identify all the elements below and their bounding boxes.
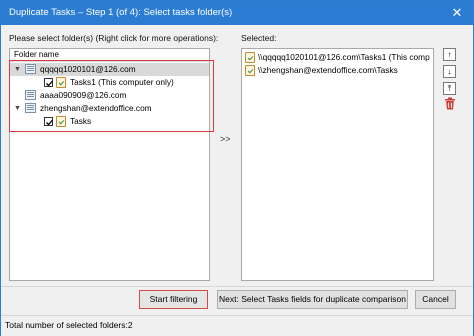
status-text: Total number of selected folders:2 xyxy=(5,320,133,330)
column-header-label: Folder name xyxy=(14,50,59,59)
cancel-button[interactable]: Cancel xyxy=(415,290,456,309)
divider xyxy=(1,286,473,287)
selected-list[interactable]: \\qqqqq1020101@126.com\Tasks1 (This comp… xyxy=(241,48,434,281)
list-item[interactable]: \\qqqqq1020101@126.com\Tasks1 (This comp xyxy=(244,51,433,64)
list-item[interactable]: \\zhengshan@extendoffice.com\Tasks xyxy=(244,64,433,77)
mailbox-icon xyxy=(25,64,36,74)
selected-item-label: \\zhengshan@extendoffice.com\Tasks xyxy=(258,65,398,75)
add-arrows: >> xyxy=(220,134,231,144)
mailbox-icon xyxy=(25,103,36,113)
dialog-window: Duplicate Tasks – Step 1 (of 4): Select … xyxy=(0,0,474,336)
chevron-down-icon[interactable]: ▼ xyxy=(13,104,22,113)
selected-label: Selected: xyxy=(241,33,277,43)
tree-item-label: qqqqq1020101@126.com xyxy=(40,64,136,74)
close-button[interactable]: ✕ xyxy=(445,3,469,23)
folder-tree[interactable]: Folder name ▼ qqqqq1020101@126.com Tasks… xyxy=(9,48,210,281)
column-header-folder-name[interactable]: Folder name xyxy=(10,49,209,62)
tree-item-tasks[interactable]: Tasks1 (This computer only) xyxy=(10,76,209,89)
move-up-button[interactable]: ↑ xyxy=(443,48,456,61)
tree-item-label: aaaa090909@126.com xyxy=(40,90,127,100)
window-title: Duplicate Tasks – Step 1 (of 4): Select … xyxy=(9,7,233,18)
tree-item-account[interactable]: ▼ qqqqq1020101@126.com xyxy=(10,63,209,76)
task-folder-icon xyxy=(56,77,66,88)
task-folder-icon xyxy=(245,52,255,63)
trash-icon[interactable] xyxy=(444,97,456,110)
chevron-down-icon[interactable]: ▼ xyxy=(13,65,22,74)
start-filtering-button[interactable]: Start filtering xyxy=(139,290,208,309)
move-down-button[interactable]: ↓ xyxy=(443,65,456,78)
mailbox-icon xyxy=(25,90,36,100)
title-bar: Duplicate Tasks – Step 1 (of 4): Select … xyxy=(1,1,473,25)
tree-item-label: Tasks xyxy=(70,116,92,126)
tree-item-tasks[interactable]: Tasks xyxy=(10,115,209,128)
next-button[interactable]: Next: Select Tasks fields for duplicate … xyxy=(217,290,408,309)
tree-item-account[interactable]: aaaa090909@126.com xyxy=(10,89,209,102)
checkbox-checked[interactable] xyxy=(44,78,53,87)
status-bar: Total number of selected folders:2 xyxy=(1,315,473,336)
checkbox-checked[interactable] xyxy=(44,117,53,126)
tree-item-account[interactable]: ▼ zhengshan@extendoffice.com xyxy=(10,102,209,115)
folder-select-instruction: Please select folder(s) (Right click for… xyxy=(9,33,219,43)
move-top-button[interactable]: ⤒ xyxy=(443,82,456,95)
task-folder-icon xyxy=(245,65,255,76)
tree-item-label: zhengshan@extendoffice.com xyxy=(40,103,152,113)
selected-item-label: \\qqqqq1020101@126.com\Tasks1 (This comp xyxy=(258,52,430,62)
task-folder-icon xyxy=(56,116,66,127)
tree-item-label: Tasks1 (This computer only) xyxy=(70,77,174,87)
